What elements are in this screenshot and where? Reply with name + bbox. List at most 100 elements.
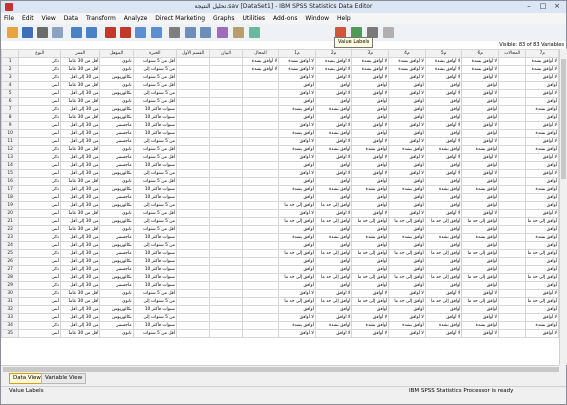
data-cell[interactable] — [241, 153, 280, 162]
data-cell[interactable]: أقل من 5 سنوات — [132, 329, 177, 338]
data-cell[interactable]: أوافق — [314, 265, 353, 274]
data-cell[interactable]: أوافق بشدة — [314, 233, 353, 242]
data-cell[interactable]: لا أوافق — [525, 209, 559, 218]
data-cell[interactable] — [241, 289, 280, 298]
data-cell[interactable]: لا أوافق — [461, 153, 500, 162]
data-cell[interactable] — [498, 89, 527, 98]
data-cell[interactable]: لا أوافق — [388, 209, 426, 218]
data-cell[interactable] — [498, 265, 527, 274]
data-cell[interactable] — [209, 241, 243, 250]
data-cell[interactable]: أنثى — [18, 313, 61, 322]
data-cell[interactable]: من 5 سنوات إلى — [132, 65, 177, 74]
data-cell[interactable] — [175, 145, 211, 154]
data-cell[interactable]: أوافق إلى حد ما — [314, 273, 353, 282]
data-cell[interactable]: أوافق إلى حد ما — [278, 297, 316, 306]
data-cell[interactable]: من 5 سنوات إلى — [132, 313, 177, 322]
data-cell[interactable]: أوافق بشدة — [351, 185, 390, 194]
data-cell[interactable]: أوافق — [278, 305, 316, 314]
data-cell[interactable] — [175, 153, 211, 162]
variables-icon[interactable] — [135, 27, 146, 38]
data-cell[interactable]: لا أوافق — [278, 153, 316, 162]
data-cell[interactable]: أوافق — [424, 281, 463, 290]
data-cell[interactable]: أوافق — [424, 257, 463, 266]
data-cell[interactable]: لا أوافق بشدة — [388, 65, 426, 74]
data-cell[interactable] — [241, 73, 280, 82]
data-cell[interactable] — [498, 249, 527, 258]
print-icon[interactable] — [37, 27, 48, 38]
save-icon[interactable] — [22, 27, 33, 38]
data-cell[interactable] — [209, 281, 243, 290]
data-cell[interactable]: من 30 إلى أقل — [59, 105, 101, 114]
data-cell[interactable]: أنثى — [18, 169, 61, 178]
data-cell[interactable] — [209, 169, 243, 178]
data-cell[interactable]: لا أوافق — [388, 73, 426, 82]
data-cell[interactable]: من 5 سنوات إلى — [132, 137, 177, 146]
data-cell[interactable]: بكالوريوس — [99, 105, 134, 114]
data-cell[interactable] — [498, 193, 527, 202]
data-cell[interactable]: لا أوافق بشدة — [351, 65, 390, 74]
data-cell[interactable] — [209, 185, 243, 194]
data-grid[interactable]: النوع العمر المؤهل الخبرة القسم الأول البيان ا… — [1, 49, 559, 365]
menu-window[interactable]: Window — [302, 13, 332, 24]
data-cell[interactable]: أوافق إلى حد ما — [278, 249, 316, 258]
data-cell[interactable] — [498, 313, 527, 322]
data-cell[interactable]: أوافق — [525, 241, 559, 250]
data-cell[interactable]: أوافق — [461, 129, 500, 138]
row-number[interactable]: 2 — [1, 65, 20, 74]
data-cell[interactable]: من 30 إلى أقل — [59, 169, 101, 178]
row-number[interactable]: 24 — [1, 241, 20, 250]
data-cell[interactable]: أوافق — [461, 97, 500, 106]
data-cell[interactable]: ثانوي — [99, 289, 134, 298]
spell-check-icon[interactable] — [383, 27, 394, 38]
data-cell[interactable]: أوافق — [461, 305, 500, 314]
data-cell[interactable] — [241, 121, 280, 130]
data-cell[interactable]: أوافق — [388, 201, 426, 210]
data-cell[interactable]: من 5 سنوات إلى — [132, 169, 177, 178]
data-cell[interactable] — [175, 137, 211, 146]
data-cell[interactable]: لا أوافق — [525, 153, 559, 162]
data-cell[interactable]: أوافق إلى حد ما — [424, 249, 463, 258]
data-cell[interactable]: أوافق بشدة — [351, 233, 390, 242]
data-cell[interactable]: أوافق بشدة — [278, 233, 316, 242]
data-cell[interactable]: من 30 إلى أقل — [59, 121, 101, 130]
data-cell[interactable] — [209, 305, 243, 314]
data-cell[interactable]: أوافق إلى حد ما — [525, 249, 559, 258]
data-cell[interactable]: لا أوافق — [461, 169, 500, 178]
data-cell[interactable]: أوافق — [525, 201, 559, 210]
data-cell[interactable] — [209, 217, 243, 226]
data-cell[interactable]: أوافق — [461, 201, 500, 210]
data-cell[interactable]: أوافق — [461, 113, 500, 122]
data-cell[interactable]: أوافق إلى حد ما — [278, 273, 316, 282]
data-cell[interactable]: لا أوافق بشدة — [278, 57, 316, 66]
row-number[interactable]: 10 — [1, 129, 20, 138]
data-cell[interactable]: أوافق إلى حد ما — [314, 249, 353, 258]
row-number[interactable]: 27 — [1, 265, 20, 274]
data-cell[interactable]: أوافق — [525, 97, 559, 106]
data-cell[interactable] — [209, 297, 243, 306]
data-cell[interactable]: أوافق بشدة — [314, 145, 353, 154]
data-cell[interactable]: أوافق — [424, 201, 463, 210]
data-cell[interactable]: ماجستير — [99, 137, 134, 146]
data-cell[interactable]: ثانوي — [99, 145, 134, 154]
data-cell[interactable]: أوافق إلى حد ما — [388, 273, 426, 282]
data-cell[interactable]: ماجستير — [99, 193, 134, 202]
data-cell[interactable]: لا أوافق بشدة — [241, 57, 280, 66]
data-cell[interactable]: بكالوريوس — [99, 313, 134, 322]
data-cell[interactable]: أوافق — [525, 257, 559, 266]
data-cell[interactable] — [209, 289, 243, 298]
data-cell[interactable]: ماجستير — [99, 249, 134, 258]
data-cell[interactable]: أوافق — [424, 305, 463, 314]
minimize-icon[interactable]: – — [522, 2, 536, 11]
row-number[interactable]: 15 — [1, 169, 20, 178]
data-cell[interactable]: لا أوافق — [388, 289, 426, 298]
data-cell[interactable]: أوافق — [525, 265, 559, 274]
data-cell[interactable]: أقل من 5 سنوات — [132, 145, 177, 154]
data-cell[interactable]: أوافق بشدة — [314, 321, 353, 330]
data-cell[interactable] — [241, 249, 280, 258]
data-cell[interactable]: لا أوافق بشدة — [351, 57, 390, 66]
menu-view[interactable]: View — [39, 13, 59, 24]
data-cell[interactable]: أوافق — [351, 97, 390, 106]
data-cell[interactable]: أوافق بشدة — [388, 233, 426, 242]
data-cell[interactable]: أوافق إلى حد ما — [351, 217, 390, 226]
data-cell[interactable]: 10 سنوات فأكثر — [132, 105, 177, 114]
